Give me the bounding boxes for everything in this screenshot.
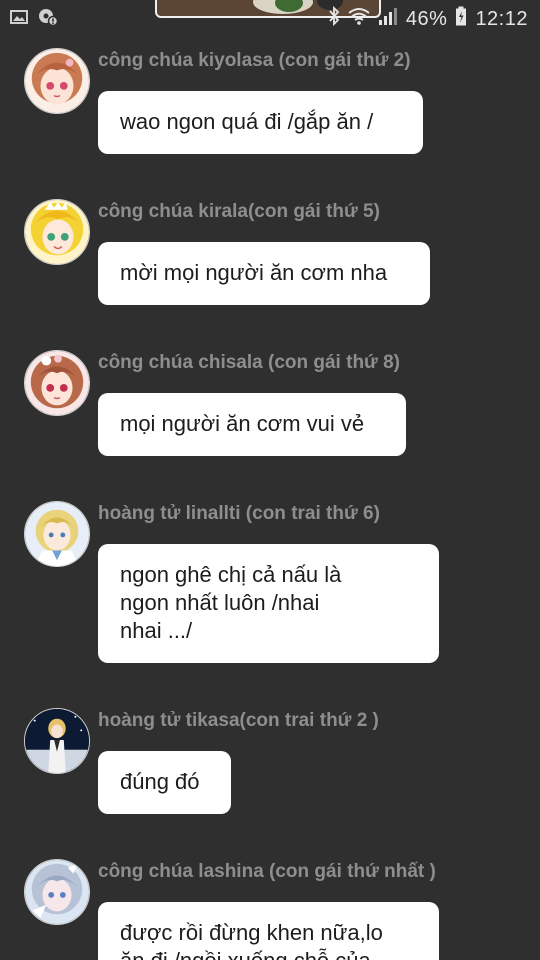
wifi-icon: [348, 6, 370, 32]
battery-icon: [455, 6, 467, 32]
signal-icon: [378, 6, 398, 32]
sender-name: công chúa lashina (con gái thứ nhất ): [98, 861, 436, 882]
sender-name: công chúa kiyolasa (con gái thứ 2): [98, 50, 411, 71]
message-bubble[interactable]: ngon ghê chị cả nấu là ngon nhất luôn /n…: [98, 544, 439, 663]
message-item: công chúa lashina (con gái thứ nhất ) đư…: [0, 859, 540, 960]
message-item: công chúa kirala(con gái thứ 5) mời mọi …: [0, 199, 540, 309]
sender-name: công chúa chisala (con gái thứ 8): [98, 352, 400, 373]
message-bubble[interactable]: wao ngon quá đi /gắp ăn /: [98, 91, 423, 154]
settings-notification-icon: [38, 8, 59, 31]
status-right-icons: 46% 12:12: [328, 5, 528, 32]
avatar-kirala[interactable]: [24, 199, 90, 265]
message-item: hoàng tử linallti (con trai thứ 6) ngon …: [0, 501, 540, 666]
avatar-lashina[interactable]: [24, 859, 90, 925]
avatar-tikasa[interactable]: [24, 708, 90, 774]
status-left-icons: [10, 8, 59, 31]
clock: 12:12: [475, 7, 528, 30]
bluetooth-icon: [328, 5, 340, 32]
avatar-chisala[interactable]: [24, 350, 90, 416]
message-bubble[interactable]: mọi người ăn cơm vui vẻ: [98, 393, 406, 456]
message-bubble[interactable]: đúng đó: [98, 751, 231, 814]
avatar-kiyolasa[interactable]: [24, 48, 90, 114]
status-bar: 46% 12:12: [0, 0, 540, 36]
avatar-linallti[interactable]: [24, 501, 90, 567]
image-icon: [10, 9, 28, 30]
message-item: công chúa kiyolasa (con gái thứ 2) wao n…: [0, 48, 540, 158]
battery-percent: 46%: [405, 7, 448, 30]
sender-name: hoàng tử linallti (con trai thứ 6): [98, 503, 380, 524]
message-item: công chúa chisala (con gái thứ 8) mọi ng…: [0, 350, 540, 460]
chat-screen: 46% 12:12 công chúa kiyolasa (con gái th…: [0, 0, 540, 960]
sender-name: công chúa kirala(con gái thứ 5): [98, 201, 380, 222]
sender-name: hoàng tử tikasa(con trai thứ 2 ): [98, 710, 379, 731]
message-bubble[interactable]: mời mọi người ăn cơm nha: [98, 242, 430, 305]
message-bubble[interactable]: được rồi đừng khen nữa,lo ăn đi /ngồi xu…: [98, 902, 439, 960]
message-item: hoàng tử tikasa(con trai thứ 2 ) đúng đó: [0, 708, 540, 818]
